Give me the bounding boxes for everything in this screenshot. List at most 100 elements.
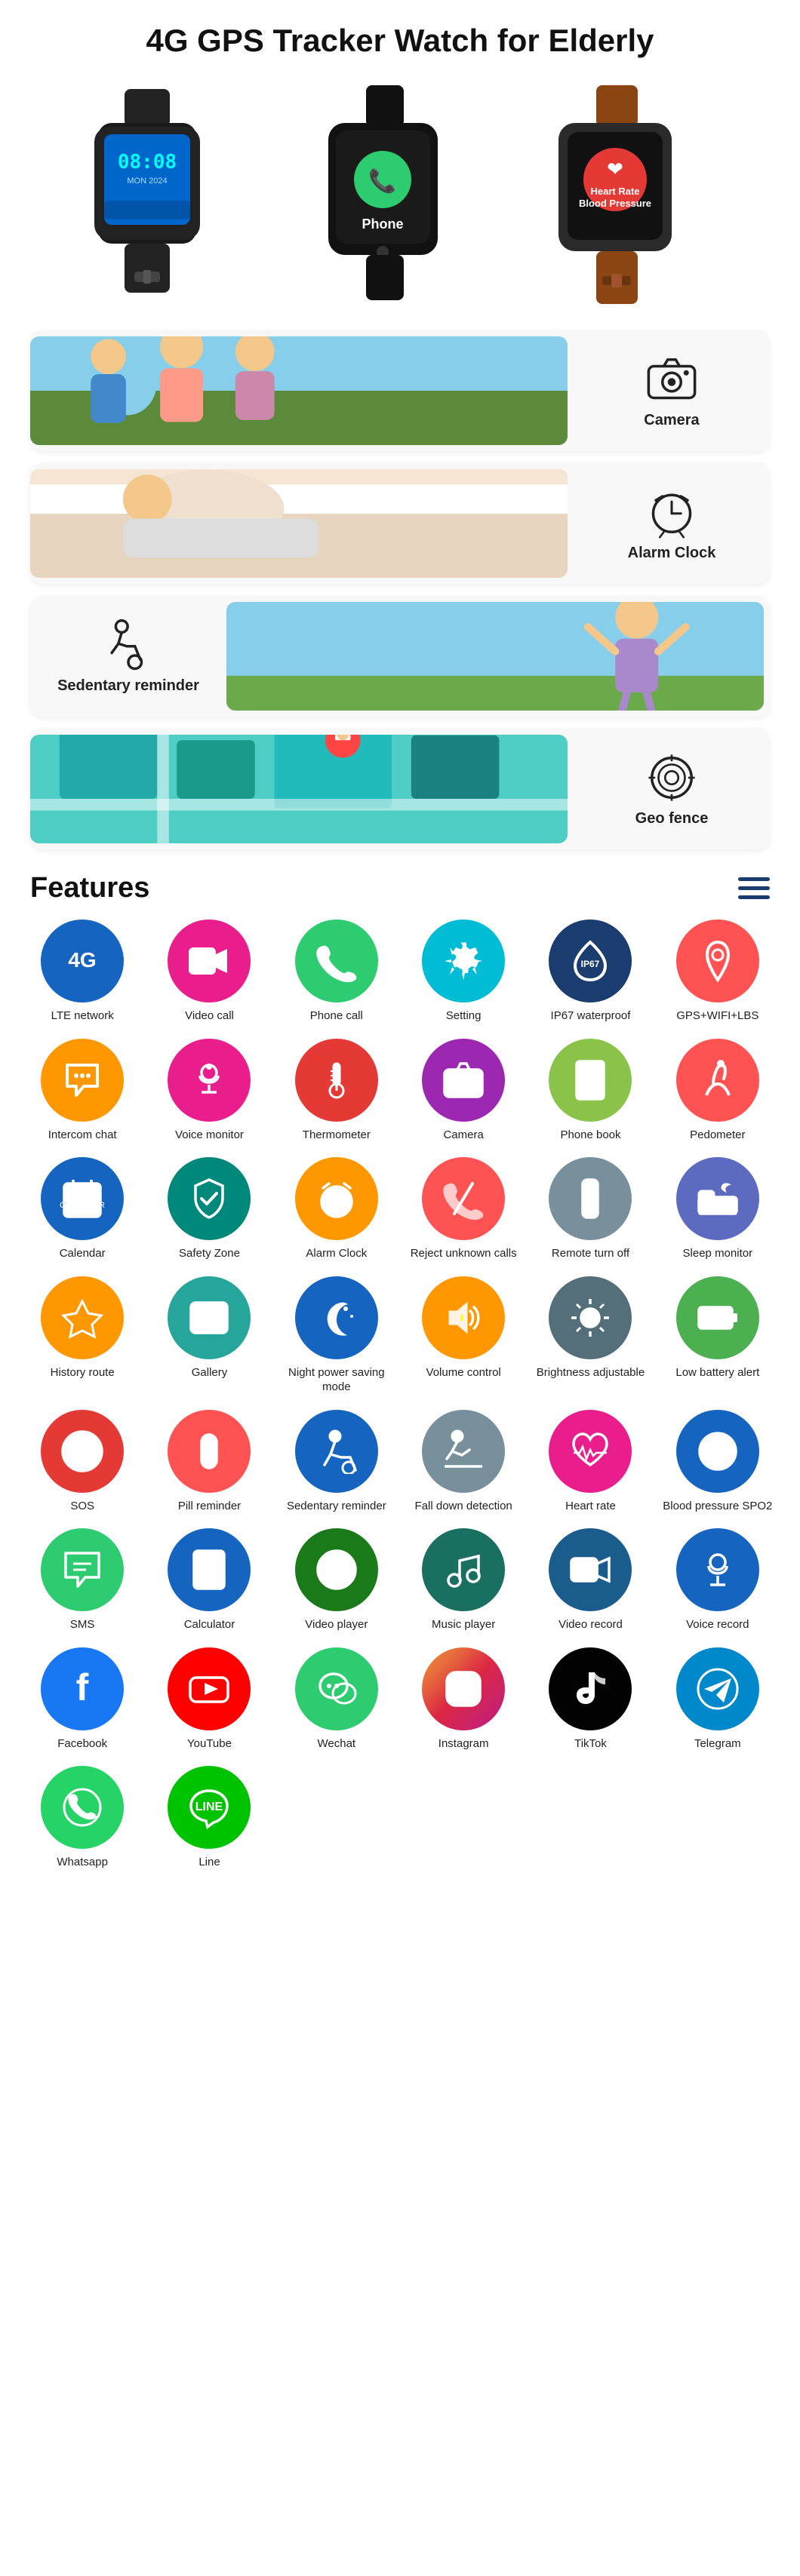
feature-item-telegram[interactable]: Telegram (658, 1647, 777, 1752)
feature-card-sedentary-left: Sedentary reminder (30, 596, 226, 717)
feature-label-battery: Low battery alert (675, 1365, 759, 1380)
feature-icon-lte: 4G (41, 920, 124, 1002)
feature-label-gps: GPS+WIFI+LBS (676, 1009, 758, 1024)
feature-label-videorecord: Video record (558, 1617, 623, 1632)
feature-item-voice[interactable]: Voice monitor (149, 1039, 269, 1143)
feature-item-waterproof[interactable]: IP67IP67 waterproof (531, 920, 650, 1024)
feature-item-lte[interactable]: 4G LTE network (23, 920, 142, 1024)
feature-label-heartrate: Heart rate (565, 1499, 616, 1514)
feature-item-remote[interactable]: Remote turn off (531, 1157, 650, 1261)
alarm-card-label: Alarm Clock (628, 545, 716, 562)
feature-item-instagram[interactable]: Instagram (404, 1647, 523, 1752)
feature-label-line: Line (198, 1855, 220, 1870)
feature-item-camera2[interactable]: Camera (404, 1039, 523, 1143)
hamburger-icon[interactable] (738, 877, 770, 899)
feature-item-voicerecord[interactable]: Voice record (658, 1528, 777, 1632)
feature-icon-volume (422, 1276, 505, 1359)
feature-icon-videocall (168, 920, 251, 1002)
feature-item-heartrate[interactable]: Heart rate (531, 1410, 650, 1514)
feature-label-sms: SMS (70, 1617, 95, 1632)
feature-item-phonebook[interactable]: Phone book (531, 1039, 650, 1143)
feature-item-facebook[interactable]: fFacebook (23, 1647, 142, 1752)
feature-icon-videoplayer (295, 1528, 378, 1611)
feature-item-history[interactable]: History route (23, 1276, 142, 1395)
watch-image-2: 📞 Phone (287, 81, 513, 308)
feature-icon-sedentary2 (295, 1410, 378, 1493)
svg-text:SOS: SOS (68, 1445, 97, 1460)
feature-label-whatsapp: Whatsapp (57, 1855, 108, 1870)
feature-item-reject[interactable]: Reject unknown calls (404, 1157, 523, 1261)
feature-icon-wechat (295, 1647, 378, 1730)
hamburger-line-1 (738, 877, 770, 881)
feature-card-camera-image (30, 336, 568, 445)
feature-label-remote: Remote turn off (552, 1246, 629, 1261)
geofence-card-label: Geo fence (635, 810, 709, 827)
feature-item-pill[interactable]: Pill reminder (149, 1410, 269, 1514)
feature-item-musicplayer[interactable]: Music player (404, 1528, 523, 1632)
feature-item-sos[interactable]: SOSSOS (23, 1410, 142, 1514)
feature-label-thermo: Thermometer (303, 1128, 371, 1143)
feature-label-intercom: Intercom chat (48, 1128, 117, 1143)
feature-item-sedentary2[interactable]: Sedentary reminder (277, 1410, 396, 1514)
feature-icon-youtube (168, 1647, 251, 1730)
feature-item-phonecall[interactable]: Phone call (277, 920, 396, 1024)
feature-item-battery[interactable]: Low battery alert (658, 1276, 777, 1395)
feature-item-gallery[interactable]: Gallery (149, 1276, 269, 1395)
feature-item-gps[interactable]: GPS+WIFI+LBS (658, 920, 777, 1024)
svg-text:Heart Rate: Heart Rate (590, 186, 639, 197)
page-title: 4G GPS Tracker Watch for Elderly (0, 0, 800, 74)
feature-label-musicplayer: Music player (432, 1617, 495, 1632)
feature-label-phonecall: Phone call (310, 1009, 363, 1024)
feature-item-wechat[interactable]: Wechat (277, 1647, 396, 1752)
feature-item-sleep[interactable]: Sleep monitor (658, 1157, 777, 1261)
feature-icon-gps (676, 920, 759, 1002)
feature-icon-brightness (549, 1276, 632, 1359)
feature-label-wechat: Wechat (318, 1736, 356, 1752)
feature-icon-whatsapp (41, 1766, 124, 1849)
feature-item-intercom[interactable]: Intercom chat (23, 1039, 142, 1143)
feature-item-night[interactable]: Night power saving mode (277, 1276, 396, 1395)
feature-card-geofence-left: Geo fence (574, 729, 770, 849)
feature-item-calendar[interactable]: CALENDARCalendar (23, 1157, 142, 1261)
feature-item-bp[interactable]: Blood pressure SPO2 (658, 1410, 777, 1514)
feature-label-tiktok: TikTok (574, 1736, 607, 1752)
feature-item-youtube[interactable]: YouTube (149, 1647, 269, 1752)
feature-item-videorecord[interactable]: Video record (531, 1528, 650, 1632)
camera-card-label: Camera (644, 412, 699, 429)
feature-item-calc[interactable]: Calculator (149, 1528, 269, 1632)
feature-item-videocall[interactable]: Video call (149, 920, 269, 1024)
feature-item-setting[interactable]: Setting (404, 920, 523, 1024)
feature-item-fall[interactable]: Fall down detection (404, 1410, 523, 1514)
feature-item-volume[interactable]: Volume control (404, 1276, 523, 1395)
watch-image-1: 08:08 MON 2024 (53, 81, 279, 308)
feature-icon-camera2 (422, 1039, 505, 1122)
feature-icon-bp (676, 1410, 759, 1493)
feature-item-line[interactable]: LINELine (149, 1766, 269, 1870)
feature-item-thermo[interactable]: Thermometer (277, 1039, 396, 1143)
feature-item-whatsapp[interactable]: Whatsapp (23, 1766, 142, 1870)
feature-label-reject: Reject unknown calls (411, 1246, 517, 1261)
feature-icon-calendar: CALENDAR (41, 1157, 124, 1240)
feature-icon-waterproof: IP67 (549, 920, 632, 1002)
feature-item-brightness[interactable]: Brightness adjustable (531, 1276, 650, 1395)
feature-label-bp: Blood pressure SPO2 (663, 1499, 772, 1514)
feature-label-lte: LTE network (51, 1009, 114, 1024)
feature-label-alarmclock: Alarm Clock (306, 1246, 367, 1261)
feature-item-safetyzone[interactable]: Safety Zone (149, 1157, 269, 1261)
feature-label-fall: Fall down detection (415, 1499, 512, 1514)
feature-card-sedentary-image (226, 602, 764, 711)
feature-item-videoplayer[interactable]: Video player (277, 1528, 396, 1632)
svg-text:Phone: Phone (362, 216, 403, 232)
svg-text:MON 2024: MON 2024 (127, 177, 167, 186)
feature-icon-remote (549, 1157, 632, 1240)
feature-item-pedometer[interactable]: Pedometer (658, 1039, 777, 1143)
feature-label-camera2: Camera (443, 1128, 483, 1143)
feature-item-alarmclock[interactable]: Alarm Clock (277, 1157, 396, 1261)
svg-text:IP67: IP67 (581, 959, 600, 969)
svg-text:4G: 4G (68, 948, 96, 972)
feature-label-phonebook: Phone book (560, 1128, 620, 1143)
feature-label-voicerecord: Voice record (686, 1617, 749, 1632)
feature-item-sms[interactable]: SMS (23, 1528, 142, 1632)
svg-text:❤: ❤ (607, 158, 623, 180)
feature-item-tiktok[interactable]: TikTok (531, 1647, 650, 1752)
